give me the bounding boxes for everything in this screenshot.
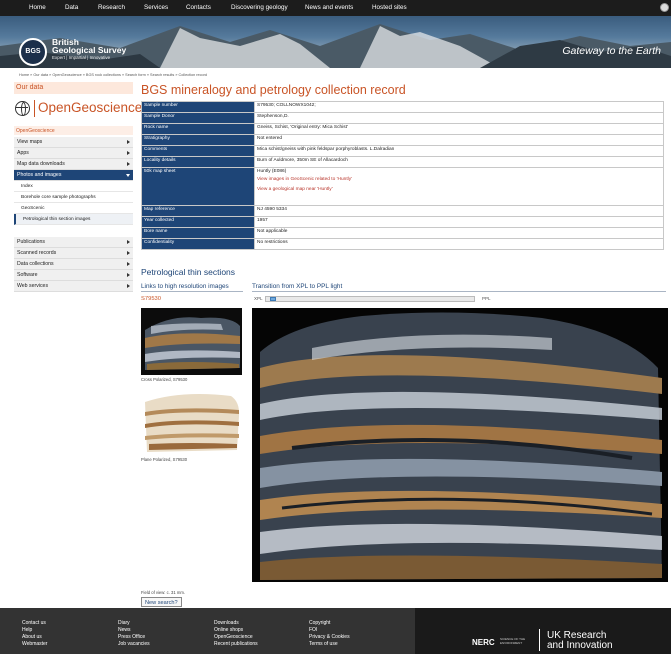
chevron-right-icon [127,262,130,266]
nav-contacts[interactable]: Contacts [186,4,211,11]
table-row: Stratigraphy Not entered [141,134,664,146]
footer-link[interactable]: Online shops [214,627,258,634]
sidebar-item-apps[interactable]: Apps [14,148,133,159]
footer-link[interactable]: Copyright [309,620,350,627]
org-name-line2: Geological Survey [52,45,127,55]
transition-header: Transition from XPL to PPL light [252,283,343,290]
cross-polarized-thumbnail[interactable] [141,308,242,375]
chevron-right-icon [127,240,130,244]
footer-col-4: Copyright FOI Privacy & Cookies Terms of… [309,620,350,648]
footer-col-2: Diary News Press Office Job vacancies [118,620,150,648]
high-res-links-header: Links to high resolution images [141,283,229,290]
table-row: Map reference NJ 4590 5334 [141,205,664,217]
nav-home[interactable]: Home [29,4,46,11]
slogan: Gateway to the Earth [562,45,661,57]
chevron-right-icon [127,284,130,288]
footer-link[interactable]: OpenGeoscience [214,634,258,641]
footer-col-1: Contact us Help About us Webmaster [22,620,47,648]
plane-polarized-thumbnail[interactable] [141,388,242,455]
sidebar-item-publications[interactable]: Publications [14,237,133,248]
footer-link[interactable]: Privacy & Cookies [309,634,350,641]
sidebar-subitem-thin-section-images[interactable]: Petrological thin section images [14,214,133,225]
field-of-view-note: Field of view: c. 31 mm. [141,590,185,595]
thin-section-image [252,308,668,582]
sidebar-section-label: OpenGeoscience [14,126,133,135]
chevron-right-icon [127,162,130,166]
page-title: BGS mineralogy and petrology collection … [141,83,406,97]
thin-sections-title: Petrological thin sections [141,267,236,277]
table-row: Year collected 1957 [141,216,664,228]
slider-handle[interactable] [270,297,277,301]
bgs-logo[interactable]: BGS [19,38,47,66]
table-row: Rock name Gneiss, Schist, 'Original entry… [141,123,664,135]
footer-link[interactable]: Terms of use [309,641,350,648]
sidebar-item-web-services[interactable]: Web services [14,281,133,292]
footer-link[interactable]: Press Office [118,634,150,641]
sidebar-item-data-collections[interactable]: Data collections [14,259,133,270]
geoscenic-link[interactable]: View images in GeoScenic related to 'Hun… [257,177,661,182]
nav-data[interactable]: Data [65,4,78,11]
thumbnail-caption-ppl: Plane Polarized, S79530 [141,457,188,462]
table-row: 50k map sheet Huntly (E086) View images … [141,167,664,206]
chevron-down-icon [126,174,130,177]
sample-id-link[interactable]: S79530 [141,296,161,302]
xpl-ppl-slider[interactable] [265,296,475,302]
nerc-logo[interactable]: NERC [472,638,495,647]
nav-research[interactable]: Research [98,4,125,11]
xpl-label: XPL [254,296,263,301]
sidebar-item-view-maps[interactable]: View maps [14,137,133,148]
table-row: Bore name Not applicable [141,227,664,239]
sidebar-menu-secondary: Publications Scanned records Data collec… [14,237,133,292]
sidebar-subitem-borehole-photos[interactable]: Borehole core sample photographs [14,192,133,203]
footer-link[interactable]: Job vacancies [118,641,150,648]
nav-discovering-geology[interactable]: Discovering geology [231,4,288,11]
footer-link[interactable]: Diary [118,620,150,627]
table-row: Comments Mica schist/gneiss with pink fel… [141,145,664,157]
mountain-banner-image [0,24,671,68]
footer-link[interactable]: Contact us [22,620,47,627]
new-search-button[interactable]: New search? [141,597,182,607]
footer-link[interactable]: Webmaster [22,641,47,648]
table-row: Locality details Burn of Auldmore, 350m S… [141,156,664,168]
footer-link[interactable]: FOI [309,627,350,634]
table-row: Confidentiality No restrictions [141,238,664,250]
sidebar-subitem-index[interactable]: Index [14,181,133,192]
nav-news-events[interactable]: News and events [305,4,353,11]
nerc-subtitle: SCIENCE OF THE ENVIRONMENT [500,637,526,645]
footer-link[interactable]: Recent publications [214,641,258,648]
sidebar-menu: View maps Apps Map data downloads Photos… [14,137,133,225]
map-sheet-value: Huntly (E086) [257,169,287,174]
breadcrumb[interactable]: Home » Our data » OpenGeoscience » BGS r… [19,73,207,77]
chevron-right-icon [127,140,130,144]
footer-link[interactable]: Help [22,627,47,634]
banner: BGS British Geological Survey Expert | I… [0,16,671,68]
footer-link[interactable]: Downloads [214,620,258,627]
record-table: Sample number S79530; COLLNOWX1042; Sampl… [141,101,664,250]
org-tagline: Expert | Impartial | Innovative [52,55,111,60]
search-icon[interactable] [660,3,669,12]
table-row: Sample Donor Stephenson,D. [141,112,664,124]
globe-icon [15,101,30,116]
thumbnail-caption-xpl: Cross Polarized, S79530 [141,377,188,382]
sidebar-item-software[interactable]: Software [14,270,133,281]
opengeoscience-logo[interactable]: OpenGeoscience [15,100,142,120]
sidebar-item-map-data-downloads[interactable]: Map data downloads [14,159,133,170]
top-navigation: Home Data Research Services Contacts Dis… [0,0,671,16]
chevron-right-icon [127,151,130,155]
sidebar-item-photos-images[interactable]: Photos and images [14,170,133,181]
chevron-right-icon [127,251,130,255]
sidebar-item-scanned-records[interactable]: Scanned records [14,248,133,259]
sidebar-title: Our data [14,82,133,94]
ppl-label: PPL [482,296,491,301]
footer-col-3: Downloads Online shops OpenGeoscience Re… [214,620,258,648]
nav-hosted-sites[interactable]: Hosted sites [372,4,407,11]
sidebar-subitem-geoscenic[interactable]: GeoScenic [14,203,133,214]
table-row: Sample number S79530; COLLNOWX1042; [141,101,664,113]
chevron-right-icon [127,273,130,277]
geological-map-link[interactable]: View a geological map near 'Huntly' [257,187,661,192]
footer-link[interactable]: News [118,627,150,634]
nav-services[interactable]: Services [144,4,168,11]
ukri-logo[interactable]: UK Research and Innovation [547,631,613,651]
footer-link[interactable]: About us [22,634,47,641]
